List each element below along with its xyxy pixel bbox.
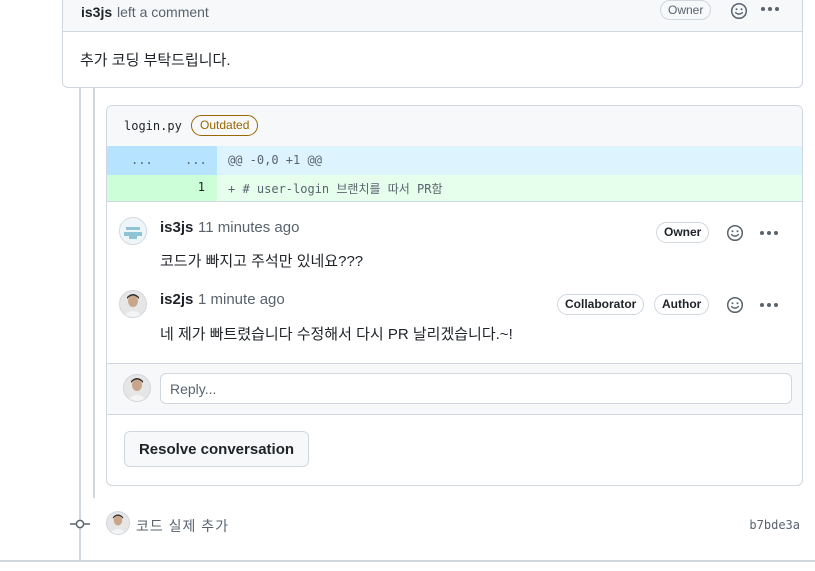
owner-badge: Owner bbox=[656, 222, 710, 243]
comment-body: 네 제가 빠트렸습니다 수정해서 다시 PR 날리겠습니다.~! bbox=[160, 326, 513, 343]
diff-addition-row: 1 + # user-login 브랜치를 따서 PR함 bbox=[107, 175, 802, 201]
commit-row: 코드 실제 추가 b7bde3a bbox=[70, 510, 810, 538]
addition-line-number: 1 bbox=[197, 180, 205, 194]
divider bbox=[0, 560, 815, 562]
comment-time[interactable]: 11 minutes ago bbox=[198, 219, 299, 236]
comment-action-text: left a comment bbox=[117, 4, 209, 20]
hunk-old-line: ... bbox=[131, 153, 153, 167]
avatar[interactable] bbox=[106, 511, 130, 535]
avatar bbox=[123, 374, 151, 402]
hunk-line-numbers[interactable]: ... ... bbox=[107, 146, 217, 175]
user-photo bbox=[120, 291, 146, 317]
comment-body: 코드가 빠지고 주석만 있네요??? bbox=[160, 253, 364, 270]
comment-author[interactable]: is3js bbox=[160, 219, 193, 236]
comment-time[interactable]: 1 minute ago bbox=[198, 291, 285, 308]
smiley-icon[interactable] bbox=[726, 224, 744, 242]
avatar[interactable] bbox=[119, 217, 147, 245]
hunk-header: @@ -0,0 +1 @@ bbox=[228, 153, 322, 167]
outdated-badge: Outdated bbox=[191, 115, 259, 136]
commit-message[interactable]: 코드 실제 추가 bbox=[136, 516, 229, 536]
kebab-horizontal-icon[interactable] bbox=[760, 6, 780, 12]
collaborator-badge: Collaborator bbox=[557, 294, 645, 315]
owner-badge: Owner bbox=[660, 0, 712, 20]
user-photo bbox=[124, 375, 150, 401]
comment-author[interactable]: is2js bbox=[160, 291, 193, 308]
author-badge: Author bbox=[654, 294, 710, 315]
smiley-icon[interactable] bbox=[726, 296, 744, 314]
kebab-horizontal-icon[interactable] bbox=[759, 302, 779, 308]
hunk-new-line: ... bbox=[185, 153, 207, 167]
diff-hunk-row: ... ... @@ -0,0 +1 @@ bbox=[107, 146, 802, 175]
reply-input[interactable] bbox=[160, 373, 792, 404]
commit-sha[interactable]: b7bde3a bbox=[749, 518, 800, 532]
comment-body: 추가 코딩 부탁드립니다. bbox=[80, 52, 231, 69]
addition-line-number-cell[interactable]: 1 bbox=[107, 175, 217, 201]
user-photo bbox=[107, 512, 129, 534]
comment-author[interactable]: is3js bbox=[81, 4, 112, 20]
thread-connector-line bbox=[93, 88, 95, 498]
resolve-conversation-button[interactable]: Resolve conversation bbox=[124, 431, 309, 467]
git-commit-icon bbox=[70, 519, 90, 529]
kebab-horizontal-icon[interactable] bbox=[759, 230, 779, 236]
identicon-image bbox=[120, 218, 146, 244]
review-thread: login.py Outdated ... ... @@ -0,0 +1 @@ … bbox=[106, 105, 803, 486]
reply-bar bbox=[107, 363, 802, 415]
top-comment: is3js left a comment Owner 추가 코딩 부탁드립니다. bbox=[62, 0, 803, 88]
smiley-icon[interactable] bbox=[730, 2, 748, 20]
thread-comment: is3js 11 minutes ago Owner 코드가 빠지고 주석만 있… bbox=[107, 202, 802, 272]
avatar[interactable] bbox=[119, 290, 147, 318]
thread-comment: is2js 1 minute ago Collaborator Author 네… bbox=[107, 274, 802, 344]
comment-header: is3js left a comment Owner bbox=[63, 0, 802, 32]
addition-code: + # user-login 브랜치를 따서 PR함 bbox=[228, 182, 443, 196]
file-header: login.py Outdated bbox=[107, 106, 802, 147]
file-name[interactable]: login.py bbox=[124, 119, 182, 133]
